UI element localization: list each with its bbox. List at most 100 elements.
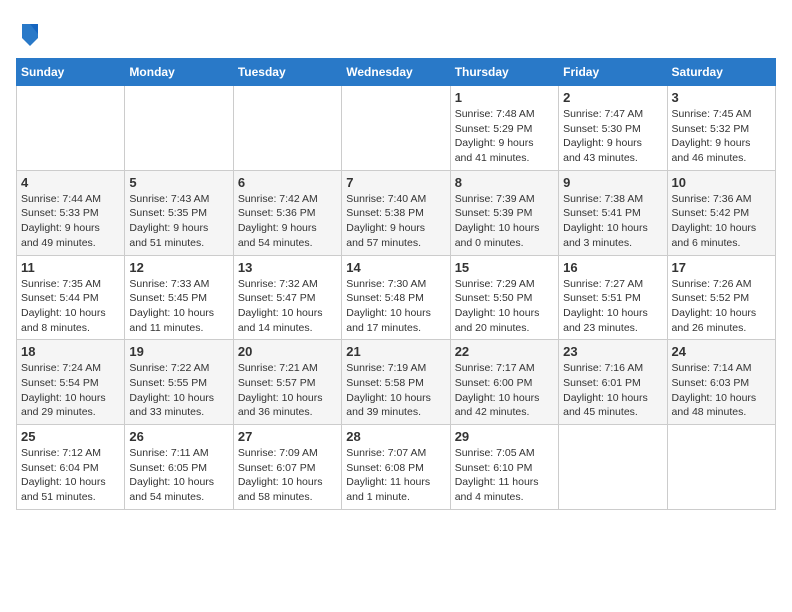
header-day: Monday <box>125 59 233 86</box>
day-info: Sunrise: 7:27 AM Sunset: 5:51 PM Dayligh… <box>563 277 662 336</box>
day-number: 21 <box>346 344 445 359</box>
day-number: 6 <box>238 175 337 190</box>
day-info: Sunrise: 7:38 AM Sunset: 5:41 PM Dayligh… <box>563 192 662 251</box>
day-info: Sunrise: 7:44 AM Sunset: 5:33 PM Dayligh… <box>21 192 120 251</box>
day-number: 28 <box>346 429 445 444</box>
day-info: Sunrise: 7:30 AM Sunset: 5:48 PM Dayligh… <box>346 277 445 336</box>
calendar-cell: 25 Sunrise: 7:12 AM Sunset: 6:04 PM Dayli… <box>17 425 125 510</box>
day-number: 26 <box>129 429 228 444</box>
calendar-cell <box>667 425 775 510</box>
day-number: 24 <box>672 344 771 359</box>
header-day: Saturday <box>667 59 775 86</box>
calendar-cell: 21 Sunrise: 7:19 AM Sunset: 5:58 PM Dayli… <box>342 340 450 425</box>
calendar-week-row: 18 Sunrise: 7:24 AM Sunset: 5:54 PM Dayli… <box>17 340 776 425</box>
day-number: 13 <box>238 260 337 275</box>
calendar-cell: 9 Sunrise: 7:38 AM Sunset: 5:41 PM Daylig… <box>559 170 667 255</box>
day-number: 11 <box>21 260 120 275</box>
day-info: Sunrise: 7:36 AM Sunset: 5:42 PM Dayligh… <box>672 192 771 251</box>
day-info: Sunrise: 7:33 AM Sunset: 5:45 PM Dayligh… <box>129 277 228 336</box>
calendar-cell: 1 Sunrise: 7:48 AM Sunset: 5:29 PM Daylig… <box>450 86 558 171</box>
calendar-cell: 2 Sunrise: 7:47 AM Sunset: 5:30 PM Daylig… <box>559 86 667 171</box>
calendar-cell: 17 Sunrise: 7:26 AM Sunset: 5:52 PM Dayli… <box>667 255 775 340</box>
day-info: Sunrise: 7:12 AM Sunset: 6:04 PM Dayligh… <box>21 446 120 505</box>
day-info: Sunrise: 7:17 AM Sunset: 6:00 PM Dayligh… <box>455 361 554 420</box>
calendar-cell: 20 Sunrise: 7:21 AM Sunset: 5:57 PM Dayli… <box>233 340 341 425</box>
calendar-cell: 26 Sunrise: 7:11 AM Sunset: 6:05 PM Dayli… <box>125 425 233 510</box>
day-number: 3 <box>672 90 771 105</box>
calendar-cell <box>125 86 233 171</box>
day-info: Sunrise: 7:43 AM Sunset: 5:35 PM Dayligh… <box>129 192 228 251</box>
day-info: Sunrise: 7:07 AM Sunset: 6:08 PM Dayligh… <box>346 446 445 505</box>
day-number: 1 <box>455 90 554 105</box>
calendar-cell: 18 Sunrise: 7:24 AM Sunset: 5:54 PM Dayli… <box>17 340 125 425</box>
day-info: Sunrise: 7:40 AM Sunset: 5:38 PM Dayligh… <box>346 192 445 251</box>
day-number: 27 <box>238 429 337 444</box>
calendar-week-row: 1 Sunrise: 7:48 AM Sunset: 5:29 PM Daylig… <box>17 86 776 171</box>
day-info: Sunrise: 7:32 AM Sunset: 5:47 PM Dayligh… <box>238 277 337 336</box>
day-number: 9 <box>563 175 662 190</box>
calendar-cell: 7Sunrise: 7:40 AM Sunset: 5:38 PM Daylig… <box>342 170 450 255</box>
day-number: 20 <box>238 344 337 359</box>
day-number: 17 <box>672 260 771 275</box>
calendar-cell: 27Sunrise: 7:09 AM Sunset: 6:07 PM Dayli… <box>233 425 341 510</box>
day-number: 25 <box>21 429 120 444</box>
calendar-cell: 5 Sunrise: 7:43 AM Sunset: 5:35 PM Daylig… <box>125 170 233 255</box>
day-number: 2 <box>563 90 662 105</box>
calendar-week-row: 4 Sunrise: 7:44 AM Sunset: 5:33 PM Daylig… <box>17 170 776 255</box>
day-info: Sunrise: 7:39 AM Sunset: 5:39 PM Dayligh… <box>455 192 554 251</box>
calendar-cell: 3 Sunrise: 7:45 AM Sunset: 5:32 PM Daylig… <box>667 86 775 171</box>
calendar-cell: 4 Sunrise: 7:44 AM Sunset: 5:33 PM Daylig… <box>17 170 125 255</box>
calendar-cell <box>559 425 667 510</box>
day-number: 12 <box>129 260 228 275</box>
calendar-cell: 15 Sunrise: 7:29 AM Sunset: 5:50 PM Dayli… <box>450 255 558 340</box>
header-day: Friday <box>559 59 667 86</box>
calendar-cell <box>17 86 125 171</box>
day-number: 15 <box>455 260 554 275</box>
day-number: 4 <box>21 175 120 190</box>
day-number: 14 <box>346 260 445 275</box>
calendar-table: SundayMondayTuesdayWednesdayThursdayFrid… <box>16 58 776 510</box>
day-number: 16 <box>563 260 662 275</box>
calendar-cell: 11 Sunrise: 7:35 AM Sunset: 5:44 PM Dayli… <box>17 255 125 340</box>
day-number: 23 <box>563 344 662 359</box>
calendar-cell: 29 Sunrise: 7:05 AM Sunset: 6:10 PM Dayli… <box>450 425 558 510</box>
calendar-cell: 23 Sunrise: 7:16 AM Sunset: 6:01 PM Dayli… <box>559 340 667 425</box>
calendar-cell <box>233 86 341 171</box>
calendar-cell: 16 Sunrise: 7:27 AM Sunset: 5:51 PM Dayli… <box>559 255 667 340</box>
day-info: Sunrise: 7:14 AM Sunset: 6:03 PM Dayligh… <box>672 361 771 420</box>
day-info: Sunrise: 7:29 AM Sunset: 5:50 PM Dayligh… <box>455 277 554 336</box>
day-info: Sunrise: 7:45 AM Sunset: 5:32 PM Dayligh… <box>672 107 771 166</box>
day-number: 29 <box>455 429 554 444</box>
day-number: 10 <box>672 175 771 190</box>
logo <box>16 20 42 48</box>
day-info: Sunrise: 7:26 AM Sunset: 5:52 PM Dayligh… <box>672 277 771 336</box>
day-number: 5 <box>129 175 228 190</box>
calendar-cell: 10 Sunrise: 7:36 AM Sunset: 5:42 PM Dayli… <box>667 170 775 255</box>
calendar-cell: 24 Sunrise: 7:14 AM Sunset: 6:03 PM Dayli… <box>667 340 775 425</box>
day-number: 18 <box>21 344 120 359</box>
day-info: Sunrise: 7:11 AM Sunset: 6:05 PM Dayligh… <box>129 446 228 505</box>
page-header <box>16 16 776 48</box>
day-info: Sunrise: 7:16 AM Sunset: 6:01 PM Dayligh… <box>563 361 662 420</box>
calendar-cell: 22 Sunrise: 7:17 AM Sunset: 6:00 PM Dayli… <box>450 340 558 425</box>
day-info: Sunrise: 7:47 AM Sunset: 5:30 PM Dayligh… <box>563 107 662 166</box>
day-info: Sunrise: 7:05 AM Sunset: 6:10 PM Dayligh… <box>455 446 554 505</box>
calendar-cell: 19Sunrise: 7:22 AM Sunset: 5:55 PM Dayli… <box>125 340 233 425</box>
day-info: Sunrise: 7:48 AM Sunset: 5:29 PM Dayligh… <box>455 107 554 166</box>
day-info: Sunrise: 7:42 AM Sunset: 5:36 PM Dayligh… <box>238 192 337 251</box>
calendar-cell: 6 Sunrise: 7:42 AM Sunset: 5:36 PM Daylig… <box>233 170 341 255</box>
calendar-cell: 14 Sunrise: 7:30 AM Sunset: 5:48 PM Dayli… <box>342 255 450 340</box>
calendar-week-row: 11 Sunrise: 7:35 AM Sunset: 5:44 PM Dayli… <box>17 255 776 340</box>
day-info: Sunrise: 7:21 AM Sunset: 5:57 PM Dayligh… <box>238 361 337 420</box>
day-number: 22 <box>455 344 554 359</box>
header-day: Tuesday <box>233 59 341 86</box>
calendar-cell: 28 Sunrise: 7:07 AM Sunset: 6:08 PM Dayli… <box>342 425 450 510</box>
day-info: Sunrise: 7:22 AM Sunset: 5:55 PM Dayligh… <box>129 361 228 420</box>
calendar-cell: 8Sunrise: 7:39 AM Sunset: 5:39 PM Daylig… <box>450 170 558 255</box>
header-day: Sunday <box>17 59 125 86</box>
calendar-week-row: 25 Sunrise: 7:12 AM Sunset: 6:04 PM Dayli… <box>17 425 776 510</box>
day-info: Sunrise: 7:24 AM Sunset: 5:54 PM Dayligh… <box>21 361 120 420</box>
day-info: Sunrise: 7:19 AM Sunset: 5:58 PM Dayligh… <box>346 361 445 420</box>
logo-icon <box>18 20 42 48</box>
day-info: Sunrise: 7:35 AM Sunset: 5:44 PM Dayligh… <box>21 277 120 336</box>
